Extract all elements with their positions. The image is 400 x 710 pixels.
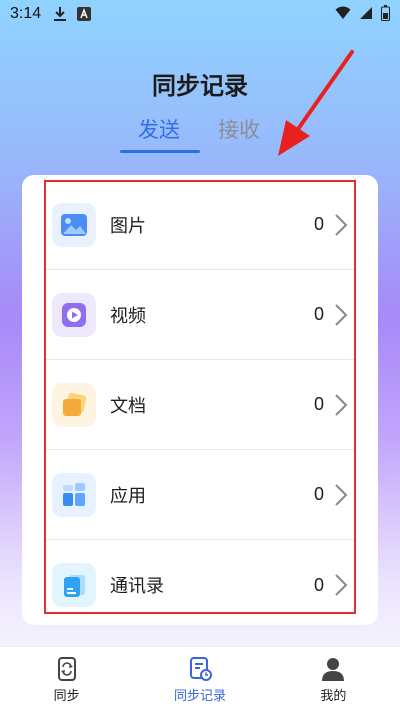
list-item-count: 0 bbox=[313, 304, 324, 324]
status-time: 3:14 bbox=[10, 5, 42, 22]
image-icon bbox=[52, 202, 96, 247]
chevron-right-icon bbox=[335, 394, 348, 416]
list-item-count: 0 bbox=[313, 214, 324, 234]
chevron-right-icon bbox=[335, 304, 348, 326]
list-item-videos[interactable]: 视频 0 bbox=[44, 270, 356, 360]
phone-sync-icon bbox=[57, 657, 76, 681]
wifi-icon bbox=[335, 6, 351, 25]
tab-active-indicator bbox=[120, 150, 200, 153]
tab-receive[interactable]: 接收 bbox=[218, 114, 260, 144]
signal-icon bbox=[359, 6, 373, 25]
list-item-count: 0 bbox=[313, 484, 324, 504]
battery-icon bbox=[381, 5, 390, 26]
nav-label: 同步 bbox=[53, 689, 80, 704]
list-item-documents[interactable]: 文档 0 bbox=[44, 360, 356, 450]
contacts-icon bbox=[52, 563, 96, 607]
document-icon bbox=[52, 382, 96, 427]
chevron-right-icon bbox=[335, 484, 348, 506]
list-item-count: 0 bbox=[313, 574, 324, 595]
nav-label: 我的 bbox=[320, 689, 347, 704]
chevron-right-icon bbox=[335, 214, 348, 236]
annotation-arrow bbox=[278, 50, 354, 156]
apps-icon bbox=[52, 472, 96, 517]
bottom-nav: 同步 同步记录 我的 bbox=[0, 646, 400, 710]
chevron-right-icon bbox=[335, 574, 348, 596]
list-item-label: 图片 bbox=[110, 215, 146, 237]
list-item-apps[interactable]: 应用 0 bbox=[44, 450, 356, 540]
profile-icon bbox=[322, 658, 345, 681]
nav-item-sync[interactable]: 同步 bbox=[0, 647, 133, 710]
list-item-count: 0 bbox=[313, 394, 324, 414]
list-item-label: 通讯录 bbox=[110, 576, 164, 597]
video-icon bbox=[52, 292, 96, 337]
download-icon bbox=[53, 6, 67, 22]
nav-item-profile[interactable]: 我的 bbox=[267, 647, 400, 710]
list-item-label: 视频 bbox=[110, 305, 146, 327]
list-item-contacts[interactable]: 通讯录 0 bbox=[44, 540, 356, 630]
list-item-label: 文档 bbox=[110, 395, 146, 417]
list-item-images[interactable]: 图片 0 bbox=[44, 180, 356, 270]
record-list: 图片 0 视频 0 文档 0 应用 0 通讯录 0 bbox=[44, 180, 356, 630]
list-item-label: 应用 bbox=[110, 485, 146, 507]
keyboard-a-icon bbox=[77, 7, 92, 21]
nav-item-sync-records[interactable]: 同步记录 bbox=[133, 647, 266, 710]
status-bar: 3:14 bbox=[0, 0, 400, 28]
sync-record-icon bbox=[189, 657, 212, 681]
tab-send[interactable]: 发送 bbox=[138, 114, 180, 144]
nav-label: 同步记录 bbox=[173, 689, 226, 704]
